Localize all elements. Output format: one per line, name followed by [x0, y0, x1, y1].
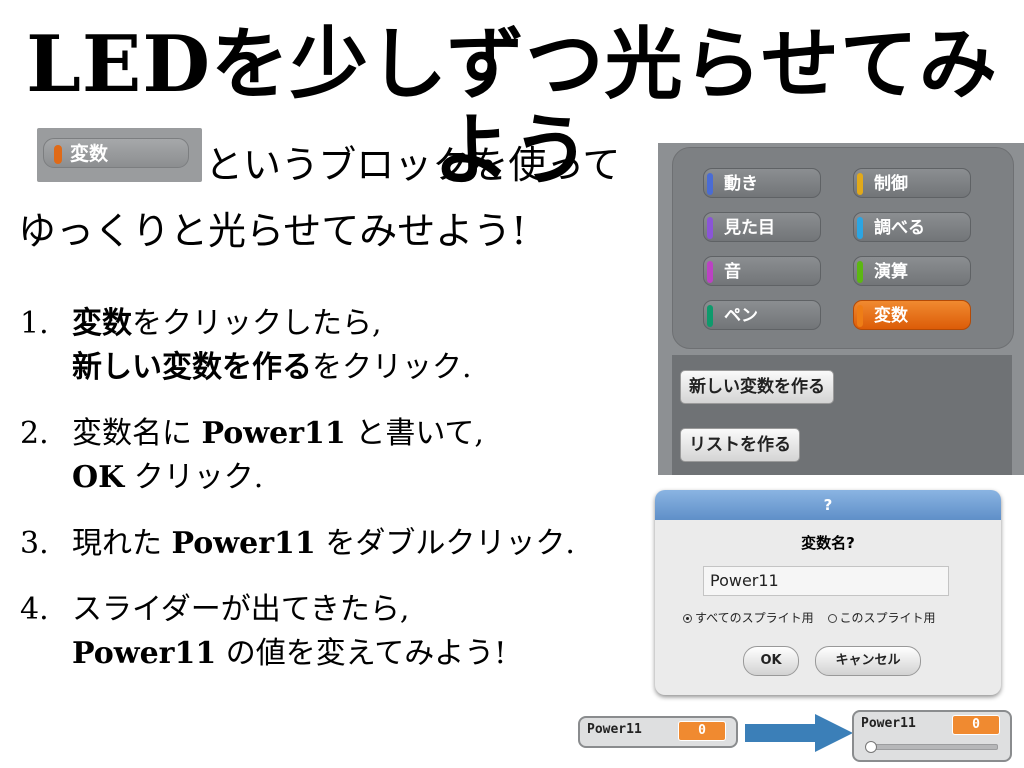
category-sensing[interactable]: 調べる [853, 212, 971, 242]
slider-knob[interactable] [865, 741, 877, 753]
step-4: 4. スライダーが出てきたら, Power11 の値を変えてみよう! [20, 588, 575, 676]
step-bold: Power11 [201, 416, 346, 451]
step-text: をクリックしたら, [132, 306, 382, 341]
step-text: クリック. [124, 460, 264, 495]
step-text: 変数名に [72, 416, 202, 451]
variable-name-dialog: ? 変数名? Power11 すべてのスプライト用 このスプライト用 OK キャ… [655, 490, 1001, 695]
category-color-stripe [857, 305, 863, 327]
watcher-name: Power11 [587, 722, 642, 737]
variables-color-bar [54, 145, 62, 164]
cancel-button[interactable]: キャンセル [815, 646, 921, 676]
variables-block: 変数 [43, 138, 189, 168]
radio-label: すべてのスプライト用 [695, 611, 814, 625]
scratch-palette: 動き 制御 見た目 調べる 音 演算 ペン 変数 新しい変数を作る リストを作る [658, 143, 1024, 475]
category-label: 調べる [874, 218, 925, 238]
category-control[interactable]: 制御 [853, 168, 971, 198]
step-number: 3. [20, 526, 49, 561]
category-label: 制御 [874, 174, 908, 194]
step-2: 2. 変数名に Power11 と書いて, OK クリック. [20, 412, 575, 500]
dialog-prompt: 変数名? [801, 534, 855, 552]
category-sound[interactable]: 音 [703, 256, 821, 286]
category-label: 演算 [874, 262, 908, 282]
category-color-stripe [857, 261, 863, 283]
radio-dot-icon [683, 614, 692, 623]
radio-this-sprite[interactable]: このスプライト用 [827, 611, 936, 625]
variables-block-chip: 変数 [37, 128, 202, 182]
category-label: 変数 [874, 306, 908, 326]
variable-watcher-before[interactable]: Power11 0 [578, 716, 738, 748]
ok-button[interactable]: OK [743, 646, 799, 676]
step-number: 4. [20, 592, 49, 627]
step-bold: 新しい変数を作る [72, 350, 312, 385]
watcher-value: 0 [678, 721, 726, 741]
category-pen[interactable]: ペン [703, 300, 821, 330]
step-text: スライダーが出てきたら, [72, 592, 410, 627]
step-bold: 変数 [72, 306, 132, 341]
intro-line-1: というブロックを使って [205, 143, 621, 187]
watcher-name: Power11 [861, 716, 916, 731]
step-text: と書いて, [345, 416, 484, 451]
step-number: 2. [20, 416, 49, 451]
category-color-stripe [707, 305, 713, 327]
category-color-stripe [857, 217, 863, 239]
watcher-value: 0 [952, 715, 1000, 735]
radio-dot-icon [827, 614, 837, 623]
category-color-stripe [707, 217, 713, 239]
category-color-stripe [707, 261, 713, 283]
variable-watcher-slider[interactable]: Power11 0 [852, 710, 1012, 762]
step-bold: Power11 [72, 636, 217, 671]
category-label: 音 [724, 262, 741, 282]
step-text: をクリック. [312, 350, 472, 385]
variables-block-label: 変数 [70, 143, 109, 165]
intro-line-2: ゆっくりと光らせてみせよう! [18, 209, 527, 253]
step-1: 1. 変数をクリックしたら, 新しい変数を作るをクリック. [20, 302, 575, 390]
step-bold: Power11 [171, 526, 316, 561]
step-text: の値を変えてみよう! [216, 636, 507, 671]
value-slider[interactable] [865, 741, 998, 753]
category-label: ペン [724, 306, 758, 326]
radio-label: このスプライト用 [839, 611, 936, 625]
category-color-stripe [857, 173, 863, 195]
instruction-steps: 1. 変数をクリックしたら, 新しい変数を作るをクリック. 2. 変数名に Po… [20, 302, 575, 698]
category-variables[interactable]: 変数 [853, 300, 971, 330]
radio-all-sprites[interactable]: すべてのスプライト用 [683, 611, 814, 625]
step-text: 現れた [72, 526, 172, 561]
step-bold: OK [72, 460, 125, 495]
step-number: 1. [20, 306, 49, 341]
make-variable-button[interactable]: 新しい変数を作る [680, 370, 834, 404]
step-text: をダブルクリック. [315, 526, 575, 561]
category-motion[interactable]: 動き [703, 168, 821, 198]
category-label: 見た目 [724, 218, 775, 238]
make-list-button[interactable]: リストを作る [680, 428, 800, 462]
step-3: 3. 現れた Power11 をダブルクリック. [20, 522, 575, 566]
category-color-stripe [707, 173, 713, 195]
category-operators[interactable]: 演算 [853, 256, 971, 286]
category-looks[interactable]: 見た目 [703, 212, 821, 242]
scope-radio-group: すべてのスプライト用 このスプライト用 [683, 609, 936, 626]
category-panel: 動き 制御 見た目 調べる 音 演算 ペン 変数 [672, 147, 1014, 349]
dialog-title: ? [655, 490, 1001, 520]
arrow-icon [745, 714, 853, 752]
category-label: 動き [724, 174, 758, 194]
variable-name-input[interactable]: Power11 [703, 566, 949, 596]
blocks-area: 新しい変数を作る リストを作る [672, 355, 1012, 475]
